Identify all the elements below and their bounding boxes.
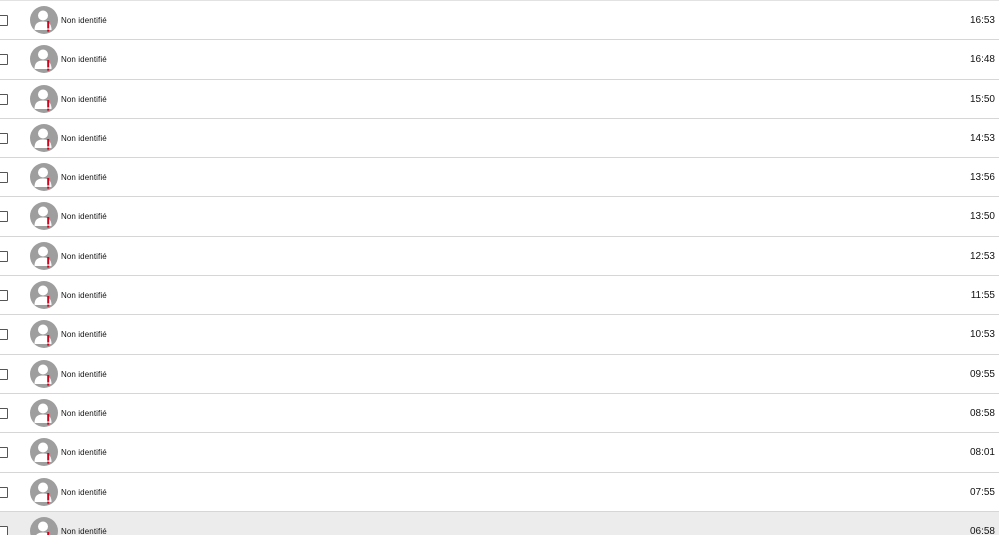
message-row[interactable]: Non identifié 11:55 <box>0 276 999 316</box>
row-checkbox[interactable] <box>0 486 8 498</box>
unknown-user-warning-icon <box>30 516 58 535</box>
row-checkbox[interactable] <box>0 407 8 419</box>
message-row[interactable]: Non identifié 16:48 <box>0 40 999 80</box>
row-checkbox[interactable] <box>0 211 8 223</box>
message-row[interactable]: Non identifié 12:53 <box>0 236 999 277</box>
unknown-user-warning-icon <box>30 163 58 192</box>
row-checkbox[interactable] <box>0 368 8 380</box>
message-time: 07:55 <box>969 486 995 498</box>
unknown-user-warning-icon <box>30 320 58 349</box>
row-checkbox[interactable] <box>0 132 8 144</box>
row-checkbox[interactable] <box>0 525 8 535</box>
unknown-user-warning-icon <box>30 477 58 506</box>
unknown-user-warning-icon <box>30 123 58 152</box>
message-time: 12:53 <box>969 250 995 262</box>
message-time: 06:58 <box>969 525 995 535</box>
row-checkbox[interactable] <box>0 93 8 105</box>
row-checkbox[interactable] <box>0 172 8 184</box>
message-time: 09:55 <box>969 368 995 380</box>
sender-name: Non identifié <box>61 133 107 143</box>
unknown-user-warning-icon <box>30 6 58 34</box>
message-row[interactable]: Non identifié 14:53 <box>0 118 999 159</box>
message-time: 10:53 <box>969 329 995 341</box>
sender-name: Non identifié <box>61 448 107 458</box>
sender-name: Non identifié <box>61 212 107 222</box>
message-row[interactable]: Non identifié 06:58 <box>0 511 999 535</box>
unknown-user-warning-icon <box>30 359 58 388</box>
message-row[interactable]: Non identifié 15:50 <box>0 79 999 119</box>
message-time: 15:50 <box>969 93 995 105</box>
sender-name: Non identifié <box>61 55 107 65</box>
message-row[interactable]: Non identifié 07:55 <box>0 472 999 512</box>
message-time: 08:01 <box>969 447 995 459</box>
message-time: 16:48 <box>969 54 995 66</box>
unknown-user-warning-icon <box>30 45 58 74</box>
message-time: 13:50 <box>969 211 995 223</box>
message-time: 08:58 <box>969 407 995 419</box>
sender-name: Non identifié <box>61 369 107 379</box>
message-list: Non identifié 16:53 Non identifié 16:48 … <box>0 0 999 535</box>
message-time: 13:56 <box>969 172 995 184</box>
unknown-user-warning-icon <box>30 202 58 231</box>
unknown-user-warning-icon <box>30 84 58 113</box>
message-time: 11:55 <box>970 290 995 302</box>
row-checkbox[interactable] <box>0 15 8 26</box>
row-checkbox[interactable] <box>0 54 8 66</box>
sender-name: Non identifié <box>61 16 107 25</box>
unknown-user-warning-icon <box>30 398 58 427</box>
message-row[interactable]: Non identifié 10:53 <box>0 315 999 355</box>
row-checkbox[interactable] <box>0 250 8 262</box>
message-row[interactable]: Non identifié 16:53 <box>0 1 999 41</box>
unknown-user-warning-icon <box>30 281 58 310</box>
unknown-user-warning-icon <box>30 438 58 467</box>
sender-name: Non identifié <box>61 487 107 497</box>
row-checkbox[interactable] <box>0 290 8 302</box>
message-time: 16:53 <box>969 15 995 26</box>
message-row[interactable]: Non identifié 08:58 <box>0 393 999 434</box>
row-checkbox[interactable] <box>0 447 8 459</box>
message-row[interactable]: Non identifié 13:56 <box>0 158 999 198</box>
unknown-user-warning-icon <box>30 241 58 270</box>
message-row[interactable]: Non identifié 08:01 <box>0 433 999 473</box>
sender-name: Non identifié <box>61 94 107 104</box>
message-row[interactable]: Non identifié 13:50 <box>0 197 999 237</box>
sender-name: Non identifié <box>61 173 107 183</box>
message-row[interactable]: Non identifié 09:55 <box>0 354 999 394</box>
sender-name: Non identifié <box>61 251 107 261</box>
sender-name: Non identifié <box>61 330 107 340</box>
sender-name: Non identifié <box>61 408 107 418</box>
message-time: 14:53 <box>969 132 995 144</box>
sender-name: Non identifié <box>61 526 107 535</box>
sender-name: Non identifié <box>61 291 107 301</box>
row-checkbox[interactable] <box>0 329 8 341</box>
